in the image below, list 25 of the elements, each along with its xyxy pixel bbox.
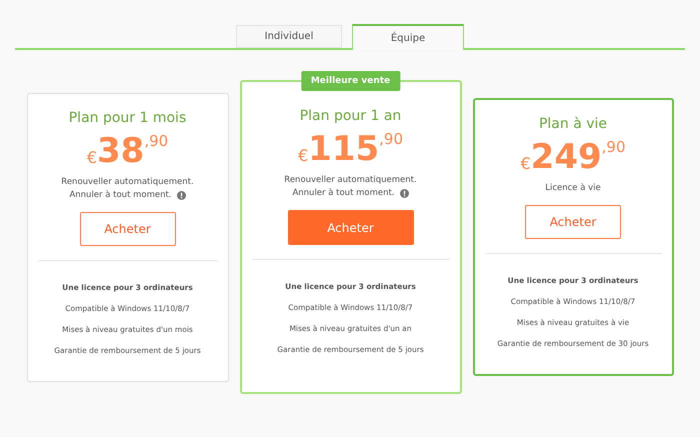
price-amount: 115 xyxy=(308,132,380,166)
buy-button[interactable]: Acheter xyxy=(80,212,176,246)
plan-note: Annuler à tout moment. xyxy=(292,187,395,200)
price-currency: € xyxy=(298,148,308,164)
plan-tab[interactable]: Équipe xyxy=(352,24,464,50)
plan-title: Plan pour 1 an xyxy=(300,108,402,124)
price-amount: 249 xyxy=(530,140,602,174)
buy-button[interactable]: Acheter xyxy=(288,210,414,245)
price-cents: ,90 xyxy=(602,140,626,155)
buy-button[interactable]: Acheter xyxy=(525,205,621,239)
plan-title: Plan à vie xyxy=(538,116,608,132)
plan-tab[interactable]: Individuel xyxy=(236,25,342,48)
plan-note: Renouveller automatiquement. xyxy=(284,174,417,187)
plan-note: Annuler à tout moment. xyxy=(69,188,172,202)
price-currency: € xyxy=(520,156,531,172)
bestseller-badge: Meilleure vente xyxy=(300,71,400,91)
plan-note: Renouveller automatiquement. xyxy=(61,176,194,188)
info-icon[interactable] xyxy=(176,190,186,200)
plan-note: Licence à vie xyxy=(545,182,601,195)
plan-title: Plan pour 1 mois xyxy=(68,110,186,126)
price-cents: ,90 xyxy=(144,134,168,148)
price-amount: 38 xyxy=(97,134,144,168)
price-currency: € xyxy=(86,150,97,166)
info-icon[interactable] xyxy=(400,189,409,198)
price-cents: ,90 xyxy=(379,132,404,147)
